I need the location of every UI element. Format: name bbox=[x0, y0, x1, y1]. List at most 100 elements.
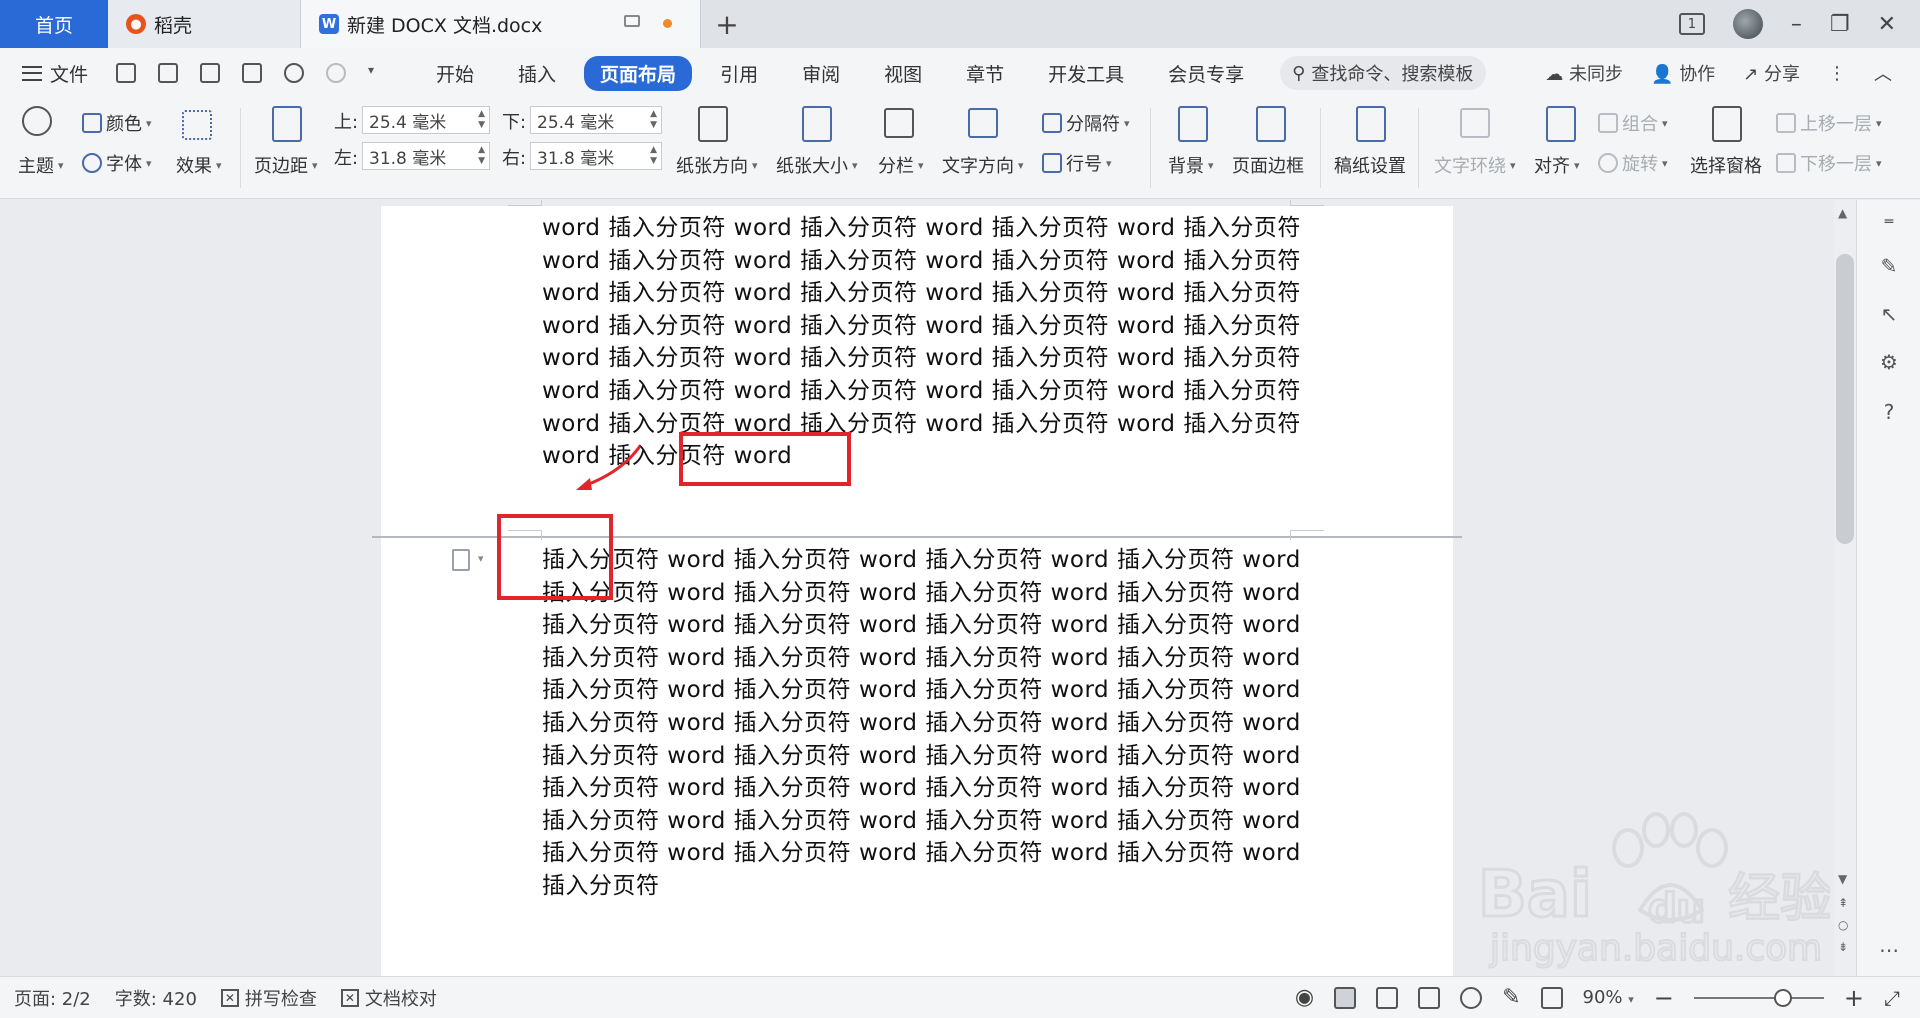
minimize-icon[interactable]: – bbox=[1791, 12, 1802, 37]
side-menu-icon[interactable]: ═ bbox=[1877, 210, 1901, 234]
zoom-slider[interactable] bbox=[1693, 988, 1824, 1007]
spinner-icon[interactable]: ▲ ▼ bbox=[478, 145, 485, 167]
menu-developer[interactable]: 开发工具 bbox=[1032, 56, 1140, 91]
sync-button[interactable]: ☁ 未同步 bbox=[1545, 60, 1623, 86]
bring-forward-button[interactable]: 上移一层 ▾ bbox=[1776, 110, 1882, 136]
color-button[interactable]: 颜色 ▾ bbox=[82, 110, 152, 136]
menu-start[interactable]: 开始 bbox=[420, 56, 490, 91]
print-icon[interactable] bbox=[200, 63, 221, 83]
close-icon[interactable]: ✕ bbox=[1878, 12, 1896, 37]
more-icon[interactable]: ⋮ bbox=[1828, 63, 1846, 84]
chevron-down-icon[interactable]: ▾ bbox=[478, 552, 484, 565]
command-search[interactable]: ⚲ 查找命令、搜索模板 bbox=[1280, 56, 1487, 90]
restore-icon[interactable]: ❐ bbox=[1830, 12, 1850, 37]
orientation-button[interactable]: 纸张方向 ▾ bbox=[676, 152, 758, 178]
effect-sparkle-icon[interactable] bbox=[182, 110, 212, 140]
left-margin-field[interactable]: 31.8 毫米 ▲ ▼ bbox=[362, 142, 490, 170]
word-count[interactable]: 字数: 420 bbox=[115, 985, 197, 1011]
align-icon[interactable] bbox=[1546, 106, 1576, 142]
next-page-icon[interactable]: ⇟ bbox=[1838, 940, 1848, 954]
effect-button[interactable]: 效果 ▾ bbox=[176, 152, 222, 178]
bottom-margin-field[interactable]: 25.4 毫米 ▲ ▼ bbox=[530, 106, 662, 134]
menu-page-layout[interactable]: 页面布局 bbox=[584, 55, 693, 91]
pen-edit-icon[interactable]: ✎ bbox=[1877, 254, 1901, 278]
share-button[interactable]: ↗ 分享 bbox=[1743, 60, 1800, 86]
theme-palette-icon[interactable] bbox=[22, 106, 52, 136]
previous-page-icon[interactable]: ⇞ bbox=[1838, 896, 1848, 910]
tab-document[interactable]: W 新建 DOCX 文档.docx bbox=[301, 0, 701, 48]
right-margin-field[interactable]: 31.8 毫米 ▲ ▼ bbox=[530, 142, 662, 170]
reading-view-icon[interactable] bbox=[1418, 986, 1441, 1009]
avatar[interactable] bbox=[1732, 9, 1763, 39]
paper-size-button[interactable]: 纸张大小 ▾ bbox=[776, 152, 858, 178]
menu-review[interactable]: 审阅 bbox=[786, 56, 856, 91]
separator-button[interactable]: 分隔符 ▾ bbox=[1042, 110, 1130, 136]
collab-button[interactable]: 👤 协作 bbox=[1651, 60, 1715, 86]
line-number-button[interactable]: 行号 ▾ bbox=[1042, 150, 1112, 176]
menu-member[interactable]: 会员专享 bbox=[1152, 56, 1260, 91]
scrollbar-thumb[interactable] bbox=[1836, 254, 1854, 544]
margin-icon[interactable] bbox=[272, 106, 302, 142]
zoom-slider-knob[interactable] bbox=[1773, 988, 1792, 1007]
paragraph-layout-icon[interactable] bbox=[452, 549, 470, 571]
scroll-down-icon[interactable]: ▼ bbox=[1838, 872, 1847, 886]
group-button[interactable]: 组合 ▾ bbox=[1598, 110, 1668, 136]
zoom-level[interactable]: 90% ▾ bbox=[1583, 987, 1634, 1008]
menu-view[interactable]: 视图 bbox=[868, 56, 938, 91]
text-wrap-icon[interactable] bbox=[1460, 108, 1490, 138]
columns-icon[interactable] bbox=[884, 108, 914, 138]
paper-setup-icon[interactable] bbox=[1356, 106, 1386, 142]
help-icon[interactable]: ? bbox=[1877, 400, 1901, 424]
selection-pane-icon[interactable] bbox=[1712, 106, 1742, 142]
page-count-badge[interactable]: 1 bbox=[1678, 13, 1705, 35]
fullscreen-icon[interactable]: ⤢ bbox=[1884, 986, 1900, 1010]
text-direction-button[interactable]: 文字方向 ▾ bbox=[942, 152, 1024, 178]
font-button[interactable]: 字体 ▾ bbox=[82, 150, 152, 176]
redo-icon[interactable] bbox=[326, 63, 347, 83]
columns-button[interactable]: 分栏 ▾ bbox=[878, 152, 924, 178]
write-mode-icon[interactable]: ✎ bbox=[1502, 985, 1520, 1010]
new-tab-button[interactable]: + bbox=[701, 0, 753, 48]
paper-size-icon[interactable] bbox=[802, 106, 832, 142]
outline-view-icon[interactable] bbox=[1376, 986, 1399, 1009]
print-preview-icon[interactable] bbox=[242, 63, 263, 83]
web-view-icon[interactable] bbox=[1460, 986, 1483, 1009]
settings-sliders-icon[interactable]: ⚙ bbox=[1877, 350, 1901, 374]
spinner-icon[interactable]: ▲ ▼ bbox=[478, 109, 485, 131]
format-painter-icon[interactable] bbox=[158, 63, 179, 83]
align-button[interactable]: 对齐 ▾ bbox=[1534, 152, 1580, 178]
margin-button[interactable]: 页边距 ▾ bbox=[254, 152, 318, 178]
page-view-icon[interactable] bbox=[1334, 986, 1357, 1009]
pointer-select-icon[interactable]: ↖ bbox=[1877, 302, 1901, 326]
text-direction-icon[interactable] bbox=[968, 108, 998, 138]
monitor-icon[interactable] bbox=[624, 15, 640, 27]
zoom-out-icon[interactable]: − bbox=[1654, 984, 1674, 1012]
select-browse-object-icon[interactable]: ○ bbox=[1838, 918, 1848, 932]
document-canvas[interactable]: ▾ word 插入分页符 word 插入分页符 word 插入分页符 word … bbox=[0, 200, 1834, 976]
page-1-text[interactable]: word 插入分页符 word 插入分页符 word 插入分页符 word 插入… bbox=[542, 212, 1302, 473]
spinner-icon[interactable]: ▲ ▼ bbox=[650, 145, 657, 167]
paper-setup-button[interactable]: 稿纸设置 bbox=[1334, 152, 1406, 178]
customize-dropdown-icon[interactable]: ▾ bbox=[368, 63, 388, 83]
background-button[interactable]: 背景 ▾ bbox=[1168, 152, 1214, 178]
fit-page-icon[interactable] bbox=[1540, 986, 1563, 1009]
selection-pane-button[interactable]: 选择窗格 bbox=[1690, 152, 1762, 178]
menu-references[interactable]: 引用 bbox=[704, 56, 774, 91]
save-icon[interactable] bbox=[116, 63, 137, 83]
page-2-text[interactable]: 插入分页符 word 插入分页符 word 插入分页符 word 插入分页符 w… bbox=[542, 544, 1302, 903]
scroll-up-icon[interactable]: ▲ bbox=[1838, 206, 1847, 220]
doc-proof-button[interactable]: ✕ 文档校对 bbox=[340, 985, 437, 1011]
rotate-button[interactable]: 旋转 ▾ bbox=[1598, 150, 1668, 176]
menu-sections[interactable]: 章节 bbox=[950, 56, 1020, 91]
theme-button[interactable]: 主题 ▾ bbox=[18, 152, 64, 178]
background-icon[interactable] bbox=[1178, 106, 1208, 142]
page-indicator[interactable]: 页面: 2/2 bbox=[14, 985, 91, 1011]
zoom-in-icon[interactable]: + bbox=[1844, 984, 1864, 1012]
spinner-icon[interactable]: ▲ ▼ bbox=[650, 109, 657, 131]
top-margin-field[interactable]: 25.4 毫米 ▲ ▼ bbox=[362, 106, 490, 134]
file-menu[interactable]: 文件 bbox=[22, 60, 88, 87]
menu-insert[interactable]: 插入 bbox=[502, 56, 572, 91]
tab-daoke[interactable]: ● 稻壳 bbox=[108, 0, 301, 48]
orientation-icon[interactable] bbox=[698, 106, 728, 142]
page-border-icon[interactable] bbox=[1256, 106, 1286, 142]
